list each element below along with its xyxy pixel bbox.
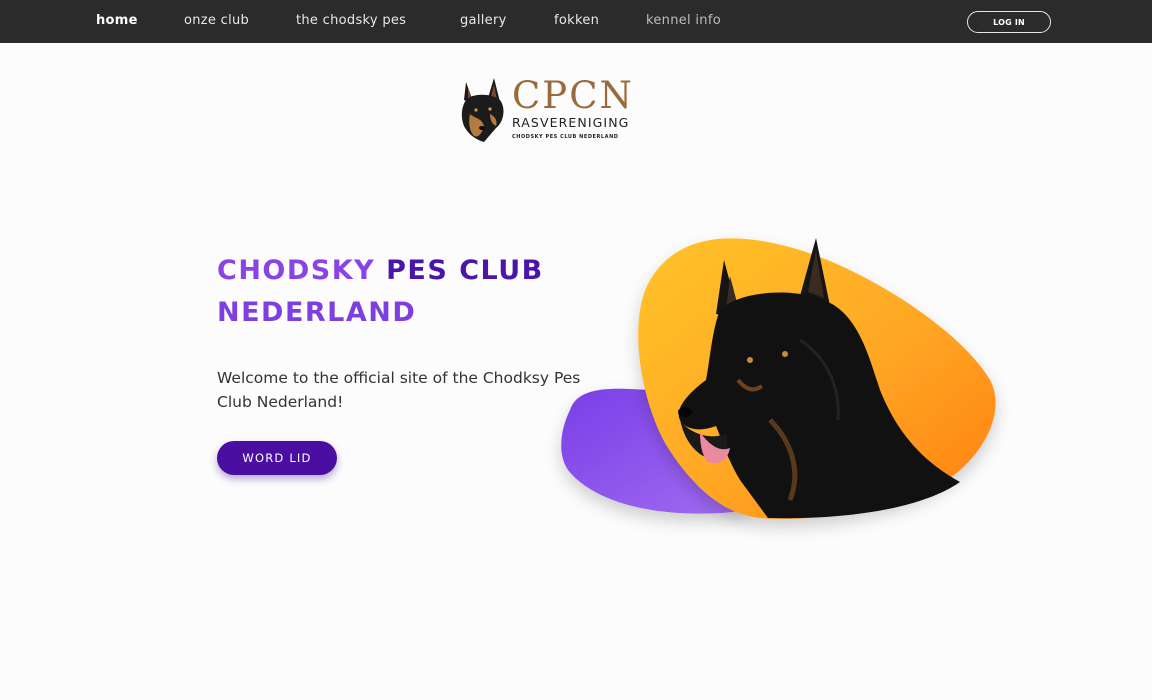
site-logo[interactable]: CPCN RASVERENIGING CHODSKY PES CLUB NEDE… xyxy=(460,76,646,148)
nav-onze-club[interactable]: onze club xyxy=(184,13,249,28)
logo-subtitle: RASVERENIGING xyxy=(512,115,630,130)
logo-wordmark: CPCN xyxy=(512,74,634,117)
hero-welcome-text: Welcome to the official site of the Chod… xyxy=(217,369,581,411)
hero-title-word: PES xyxy=(386,255,449,286)
hero-title-word: CHODSKY xyxy=(217,255,376,286)
nav-gallery[interactable]: gallery xyxy=(460,13,507,28)
hero-dog-illustration xyxy=(561,238,996,519)
top-navigation: home onze club the chodsky pes gallery f… xyxy=(0,0,1152,43)
nav-fokken[interactable]: fokken xyxy=(554,13,599,28)
logo-tagline: CHODSKY PES CLUB NEDERLAND xyxy=(512,134,619,140)
login-button[interactable]: LOG IN xyxy=(967,11,1051,33)
nav-the-chodsky-pes[interactable]: the chodsky pes xyxy=(296,13,406,28)
join-button[interactable]: WORD LID xyxy=(217,441,337,475)
hero-title-word: NEDERLAND xyxy=(217,297,417,328)
dog-head-icon xyxy=(461,78,504,142)
nav-kennel-info[interactable]: kennel info xyxy=(646,13,721,28)
hero-title: CHODSKY PES CLUB NEDERLAND xyxy=(217,250,577,334)
hero-title-word: CLUB xyxy=(459,255,544,286)
nav-home[interactable]: home xyxy=(96,13,138,28)
